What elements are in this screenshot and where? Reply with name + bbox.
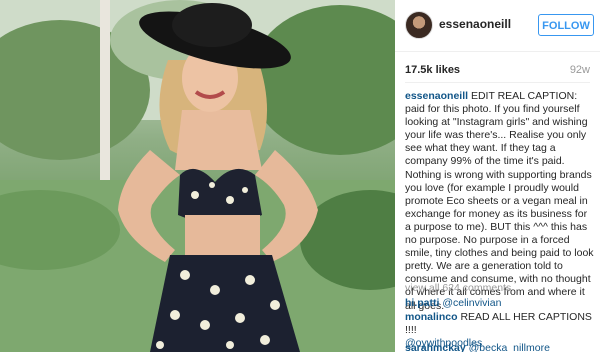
profile-username[interactable]: essenaoneill [439,17,511,31]
post-age: 92w [569,64,590,76]
post-caption: essenaoneill EDIT REAL CAPTION: paid for… [405,90,595,313]
post-sidebar: essenaoneill FOLLOW 17.5k likes 92w esse… [395,0,600,352]
comment-mention[interactable]: @becka_nillmore [469,342,550,352]
post-header: essenaoneill FOLLOW [395,0,600,52]
post-photo[interactable] [0,0,395,352]
comment-item: hi.patti @celinvivian [405,297,595,310]
instagram-post: essenaoneill FOLLOW 17.5k likes 92w esse… [0,0,600,352]
comment-username[interactable]: monalinco [405,311,458,323]
likes-count[interactable]: 17.5k likes [405,64,460,76]
comment-mention[interactable]: @celinvivian [442,297,501,309]
comment-username[interactable]: sarahmckay [405,342,466,352]
view-all-comments-link[interactable]: view all 624 comments [405,282,511,294]
divider [405,82,590,83]
comment-item: sarahmckay @becka_nillmore [405,342,595,352]
photo-illustration [0,0,395,352]
follow-button[interactable]: FOLLOW [538,14,594,36]
caption-text: EDIT REAL CAPTION: paid for this photo. … [405,90,594,312]
profile-avatar[interactable] [405,11,433,39]
caption-username[interactable]: essenaoneill [405,90,468,102]
comment-username[interactable]: hi.patti [405,297,439,309]
